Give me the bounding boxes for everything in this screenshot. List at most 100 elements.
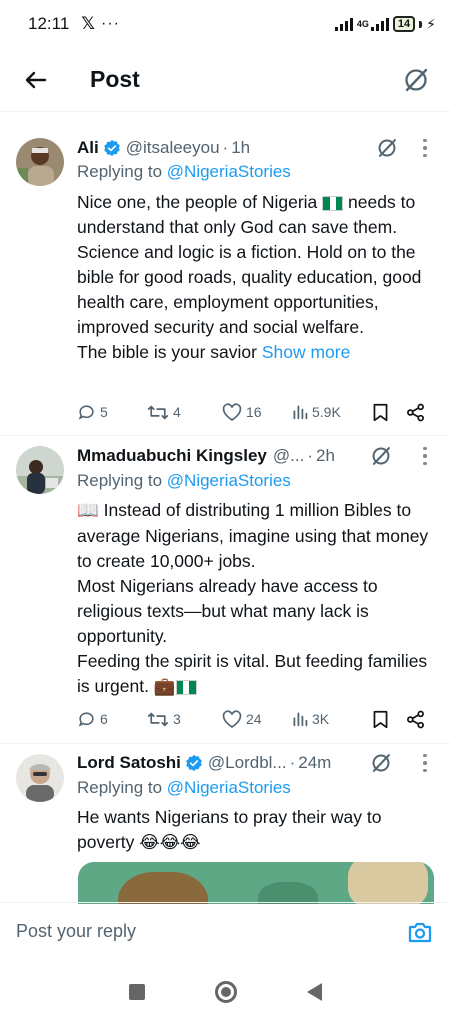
back-button[interactable] xyxy=(6,48,66,112)
laughing-emojis: 😂😂😂 xyxy=(139,833,201,853)
like-count: 16 xyxy=(246,404,262,420)
recent-apps-button[interactable] xyxy=(128,984,145,1000)
system-nav-bar xyxy=(0,960,450,1024)
battery-icon: 14 xyxy=(392,16,416,32)
grok-icon xyxy=(405,68,428,91)
briefcase-emoji: 💼 xyxy=(153,677,176,697)
show-more-link[interactable]: Show more xyxy=(262,342,351,362)
avatar[interactable] xyxy=(16,754,64,802)
views-button[interactable]: 3K xyxy=(292,711,370,727)
book-emoji: 📖 xyxy=(77,501,99,521)
grok-explain-button[interactable] xyxy=(368,750,394,776)
views-icon xyxy=(293,712,308,727)
reply-icon xyxy=(78,711,94,727)
signal-icon-2 xyxy=(370,17,389,31)
x-app-notification-icon: 𝕏 xyxy=(81,14,95,33)
views-icon xyxy=(293,405,308,420)
battery-level: 14 xyxy=(397,18,411,30)
more-options-button[interactable] xyxy=(418,750,432,776)
camera-button[interactable] xyxy=(406,918,434,946)
repost-count: 3 xyxy=(173,711,181,727)
display-name[interactable]: Mmaduabuchi Kingsley xyxy=(77,446,267,466)
timestamp[interactable]: 1h xyxy=(231,138,250,158)
user-handle[interactable]: @... xyxy=(273,446,304,466)
tweet-actions: 6 3 24 3K xyxy=(77,707,434,731)
view-count: 3K xyxy=(312,711,330,727)
verified-badge-icon xyxy=(103,139,121,157)
replying-to: Replying to @NigeriaStories xyxy=(77,162,291,182)
tweet-text: He wants Nigerians to pray their way to … xyxy=(77,805,437,856)
reply-tweet[interactable]: Mmaduabuchi Kingsley @... · 2h Replying … xyxy=(0,436,450,744)
reply-tweet[interactable]: Ali @itsaleeyou · 1h Replying to @Nigeri… xyxy=(0,126,450,436)
reply-tweet[interactable]: Lord Satoshi @Lordbl... · 24m Replying t… xyxy=(0,744,450,904)
replying-prefix: Replying to xyxy=(77,471,167,490)
user-handle[interactable]: @itsaleeyou xyxy=(126,138,220,158)
replying-to: Replying to @NigeriaStories xyxy=(77,471,291,491)
like-button[interactable]: 24 xyxy=(222,709,292,729)
more-options-button[interactable] xyxy=(418,443,432,469)
reply-count: 6 xyxy=(100,711,108,727)
repost-button[interactable]: 3 xyxy=(147,710,222,729)
reply-button[interactable]: 6 xyxy=(77,710,147,729)
tweet-text: Nice one, the people of Nigeria needs to… xyxy=(77,190,437,365)
camera-icon xyxy=(408,922,432,942)
display-name[interactable]: Lord Satoshi xyxy=(77,753,181,773)
battery-cap xyxy=(419,20,423,28)
reply-count: 5 xyxy=(100,404,108,420)
like-button[interactable]: 16 xyxy=(222,402,292,422)
share-button[interactable] xyxy=(406,710,425,729)
separator-dot: · xyxy=(307,446,313,465)
text-line: Nice one, the people of Nigeria xyxy=(77,192,318,212)
replies-feed[interactable]: Ali @itsaleeyou · 1h Replying to @Nigeri… xyxy=(0,112,450,904)
nigeria-flag-icon xyxy=(175,680,197,695)
home-button[interactable] xyxy=(214,981,237,1003)
charging-icon: ⚡ xyxy=(426,15,436,32)
replying-prefix: Replying to xyxy=(77,778,167,797)
system-back-button[interactable] xyxy=(306,983,322,1001)
reply-button[interactable]: 5 xyxy=(77,403,147,422)
heart-icon xyxy=(222,402,242,421)
like-count: 24 xyxy=(246,711,262,727)
more-options-button[interactable] xyxy=(418,135,432,161)
view-count: 5.9K xyxy=(312,404,341,420)
reply-input[interactable]: Post your reply xyxy=(16,921,136,942)
repost-icon xyxy=(147,712,169,726)
timestamp[interactable]: 2h xyxy=(316,446,335,466)
repost-button[interactable]: 4 xyxy=(147,403,222,422)
grok-button[interactable] xyxy=(400,64,432,96)
timestamp[interactable]: 24m xyxy=(298,753,331,773)
repost-count: 4 xyxy=(173,404,181,420)
reply-composer[interactable]: Post your reply xyxy=(0,902,450,960)
share-icon xyxy=(407,403,424,421)
bookmark-button[interactable] xyxy=(372,403,406,422)
tweet-media-image[interactable] xyxy=(78,862,434,904)
status-bar: 12:11 𝕏 ··· 4G 14 ⚡ xyxy=(0,0,450,48)
mention-link[interactable]: @NigeriaStories xyxy=(167,778,291,797)
grok-icon xyxy=(372,754,390,772)
user-handle[interactable]: @Lordbl... xyxy=(208,753,287,773)
mention-link[interactable]: @NigeriaStories xyxy=(167,471,291,490)
replying-prefix: Replying to xyxy=(77,162,167,181)
mention-link[interactable]: @NigeriaStories xyxy=(167,162,291,181)
share-icon xyxy=(407,710,424,728)
display-name[interactable]: Ali xyxy=(77,138,99,158)
network-type: 4G xyxy=(356,18,369,29)
text-line: needs to understand that only God can sa… xyxy=(77,192,422,337)
verified-badge-icon xyxy=(185,754,203,772)
avatar[interactable] xyxy=(16,446,64,494)
grok-icon xyxy=(378,139,396,157)
avatar[interactable] xyxy=(16,138,64,186)
replying-to: Replying to @NigeriaStories xyxy=(77,778,291,798)
views-button[interactable]: 5.9K xyxy=(292,404,370,420)
signal-icon xyxy=(334,17,353,31)
grok-explain-button[interactable] xyxy=(374,135,400,161)
heart-icon xyxy=(222,709,242,728)
grok-explain-button[interactable] xyxy=(368,443,394,469)
grok-icon xyxy=(372,447,390,465)
bookmark-button[interactable] xyxy=(372,710,406,729)
arrow-left-icon xyxy=(25,71,47,88)
tweet-text: 📖 Instead of distributing 1 million Bibl… xyxy=(77,498,437,700)
nigeria-flag-icon xyxy=(322,196,344,211)
share-button[interactable] xyxy=(406,403,425,422)
text-line: The bible is your savior xyxy=(77,342,262,362)
